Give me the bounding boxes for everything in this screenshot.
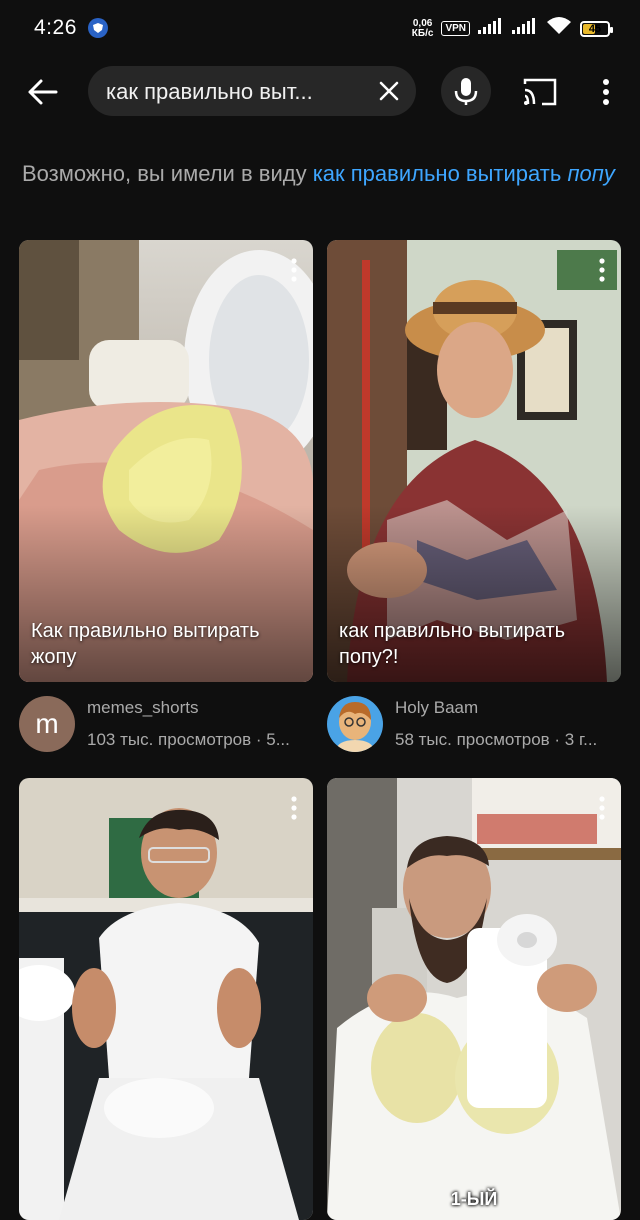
video-thumbnail[interactable]: как правильно вытирать попу?! [327,240,621,682]
video-card[interactable]: 1-ЫЙ [327,778,621,1220]
cast-icon [523,78,557,106]
video-meta: m memes_shorts 103 тыс. просмотров · 5..… [19,694,313,764]
mic-icon [454,78,478,105]
view-count: 103 тыс. просмотров · 5... [87,730,290,749]
channel-name: memes_shorts [87,698,199,717]
thumbnail-image [327,240,621,682]
clear-button[interactable] [376,78,402,104]
channel-avatar[interactable]: m [19,696,75,752]
channel-name: Holy Baam [395,698,479,717]
signal-icon [512,18,538,39]
signal-icon [478,18,504,39]
more-vert-icon[interactable] [287,256,301,284]
cast-button[interactable] [520,74,560,110]
video-title: Как правильно вытирать жопу [31,620,260,668]
video-thumbnail[interactable]: Как правильно вытирать жопу [19,240,313,682]
battery-indicator: 45 [580,20,613,37]
thumbnail-image [327,778,621,1220]
channel-avatar[interactable] [327,696,383,752]
network-speed: 0,06 КБ/с [411,17,434,39]
vpn-badge: VPN [441,21,470,36]
suggestion-link[interactable]: как правильно вытирать попу [313,161,615,186]
video-thumbnail[interactable]: 1-ЫЙ [327,778,621,1220]
back-button[interactable] [20,72,64,112]
more-vert-icon[interactable] [287,794,301,822]
voice-search-button[interactable] [441,66,491,116]
status-time: 4:26 [34,16,77,39]
more-vert-icon[interactable] [595,794,609,822]
search-input[interactable]: как правильно выт... [88,66,416,116]
thumbnail-image [19,240,313,682]
thumbnail-image [19,778,313,1220]
video-thumbnail[interactable] [19,778,313,1220]
notification-app-icon [88,18,108,38]
video-card[interactable]: Как правильно вытирать жопу m memes_shor… [19,240,313,764]
view-count: 58 тыс. просмотров · 3 г... [395,730,598,749]
video-card[interactable]: как правильно вытирать попу?! Holy Baam … [327,240,621,764]
clear-icon [379,81,399,101]
wifi-icon [546,16,572,41]
video-meta: Holy Baam 58 тыс. просмотров · 3 г... [327,694,621,764]
back-arrow-icon [28,79,58,105]
more-vert-icon[interactable] [595,256,609,284]
video-title: как правильно вытирать попу?! [339,620,566,668]
more-vert-icon [603,79,609,105]
more-options-button[interactable] [592,74,620,110]
suggestion-prefix: Возможно, вы имели в виду [22,161,313,186]
search-query[interactable]: как правильно выт... [106,79,356,105]
spelling-suggestion: Возможно, вы имели в виду как правильно … [22,156,622,191]
video-card[interactable] [19,778,313,1220]
video-caption-overlay: 1-ЫЙ [450,1189,498,1209]
search-toolbar: как правильно выт... [0,60,640,122]
status-bar: 4:26 0,06 КБ/с VPN 45 [0,0,640,56]
